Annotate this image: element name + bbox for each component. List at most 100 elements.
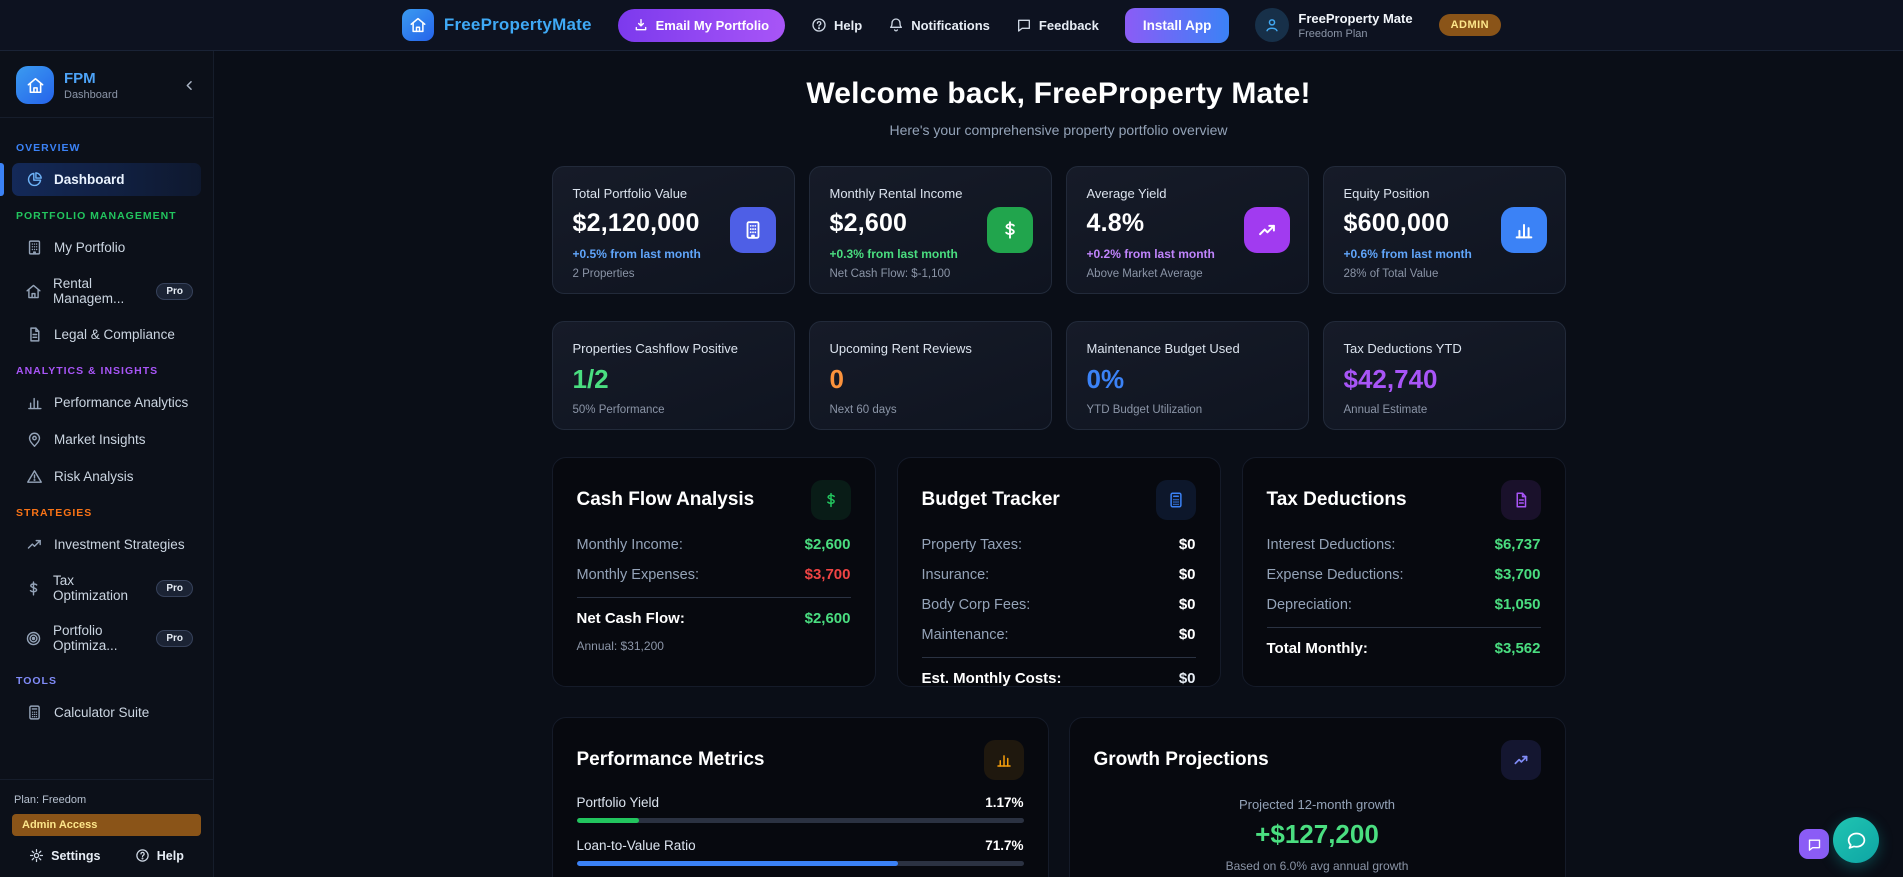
admin-badge: ADMIN <box>1438 14 1502 36</box>
sidebar-logo-title: FPM <box>64 69 96 87</box>
assistant-widget-button[interactable] <box>1799 829 1829 859</box>
sidebar-footer: Plan: Freedom Admin Access Settings Help <box>0 779 213 877</box>
main-content: Welcome back, FreeProperty Mate! Here's … <box>214 51 1903 877</box>
sidebar: FPM Dashboard OVERVIEW Dashboard PORTFOL… <box>0 51 214 877</box>
progress-track <box>576 818 1024 823</box>
user-name: FreeProperty Mate <box>1298 10 1413 26</box>
stat-card-maintenance-budget: Maintenance Budget Used 0% YTD Budget Ut… <box>1065 321 1309 430</box>
growth-subtitle: Based on 6.0% avg annual growth <box>1225 859 1409 873</box>
dollar-icon <box>25 580 42 597</box>
finance-row-item: Body Corp Fees: $0 <box>921 596 1196 613</box>
sidebar-item-performance-analytics[interactable]: Performance Analytics <box>12 386 201 419</box>
sidebar-item-rental-management[interactable]: Rental Managem... Pro <box>12 268 201 314</box>
sidebar-item-risk-analysis[interactable]: Risk Analysis <box>12 460 201 493</box>
settings-button[interactable]: Settings <box>29 848 100 863</box>
chat-square-icon <box>1016 17 1032 33</box>
file-icon <box>1500 480 1541 520</box>
metric-portfolio-yield: Portfolio Yield 1.17% <box>576 795 1024 823</box>
pro-badge: Pro <box>156 282 193 300</box>
sidebar-item-tax-optimization[interactable]: Tax Optimization Pro <box>12 565 201 611</box>
sidebar-item-legal-compliance[interactable]: Legal & Compliance <box>12 318 201 351</box>
install-app-button[interactable]: Install App <box>1124 7 1230 43</box>
dollar-icon <box>810 480 851 520</box>
user-menu[interactable]: FreeProperty Mate Freedom Plan <box>1255 8 1413 42</box>
collapse-sidebar-button[interactable] <box>180 76 199 95</box>
building-icon <box>25 239 43 256</box>
finance-total-row: Total Monthly: $3,562 <box>1266 640 1541 657</box>
finance-row-item: Maintenance: $0 <box>921 626 1196 643</box>
sidebar-item-calculator-suite[interactable]: Calculator Suite <box>12 696 201 729</box>
pro-badge: Pro <box>156 629 193 647</box>
chat-bubble-button[interactable] <box>1833 817 1879 863</box>
sidebar-item-investment-strategies[interactable]: Investment Strategies <box>12 528 201 561</box>
bar-chart-icon <box>1500 207 1547 253</box>
calculator-icon <box>25 704 43 721</box>
admin-access-banner[interactable]: Admin Access <box>12 814 201 836</box>
user-plan: Freedom Plan <box>1298 27 1368 40</box>
brand[interactable]: FreePropertyMate <box>401 9 592 41</box>
section-tools: TOOLS <box>16 675 57 687</box>
fpm-logo-home-icon <box>16 66 54 104</box>
page-title: Welcome back, FreeProperty Mate! <box>806 77 1311 110</box>
trend-up-icon <box>1500 740 1541 780</box>
help-button[interactable]: Help <box>811 17 862 33</box>
chat-square-icon <box>1807 837 1822 852</box>
bar-chart-icon <box>983 740 1024 780</box>
stat-card-cashflow-positive: Properties Cashflow Positive 1/2 50% Per… <box>551 321 795 430</box>
bottom-row: Performance Metrics Portfolio Yield 1.17… <box>551 717 1566 877</box>
email-portfolio-button[interactable]: Email My Portfolio <box>617 8 786 42</box>
progress-fill <box>576 861 899 866</box>
home-icon <box>25 283 42 300</box>
section-portfolio-management: PORTFOLIO MANAGEMENT <box>16 210 177 222</box>
section-analytics-insights: ANALYTICS & INSIGHTS <box>16 365 159 377</box>
sidebar-item-dashboard[interactable]: Dashboard <box>0 163 201 196</box>
feedback-button[interactable]: Feedback <box>1016 17 1099 33</box>
sidebar-header: FPM Dashboard <box>0 51 213 118</box>
metric-loan-to-value: Loan-to-Value Ratio 71.7% <box>576 838 1024 866</box>
stats-row-1: Total Portfolio Value $2,120,000 +0.5% f… <box>551 166 1566 294</box>
help-icon <box>135 848 150 863</box>
building-icon <box>729 207 776 253</box>
stat-card-average-yield: Average Yield 4.8% +0.2% from last month… <box>1065 166 1309 294</box>
bell-icon <box>888 17 904 33</box>
sidebar-item-market-insights[interactable]: Market Insights <box>12 423 201 456</box>
card-title: Growth Projections <box>1093 749 1269 770</box>
stat-card-monthly-rental-income: Monthly Rental Income $2,600 +0.3% from … <box>808 166 1052 294</box>
calculator-icon <box>1155 480 1196 520</box>
notifications-button[interactable]: Notifications <box>888 17 990 33</box>
finance-row-item: Monthly Expenses: $3,700 <box>576 566 851 583</box>
section-overview: OVERVIEW <box>16 142 81 154</box>
divider <box>921 657 1196 658</box>
help-icon <box>811 17 827 33</box>
finance-row: Cash Flow Analysis Monthly Income: $2,60… <box>551 457 1566 687</box>
finance-row-item: Monthly Income: $2,600 <box>576 536 851 553</box>
divider <box>1266 627 1541 628</box>
finance-total-row: Net Cash Flow: $2,600 <box>576 610 851 627</box>
gear-icon <box>29 848 44 863</box>
stat-card-total-portfolio-value: Total Portfolio Value $2,120,000 +0.5% f… <box>551 166 795 294</box>
document-icon <box>25 326 43 343</box>
help-footer-button[interactable]: Help <box>135 848 184 863</box>
card-title: Budget Tracker <box>921 489 1060 510</box>
finance-row-item: Property Taxes: $0 <box>921 536 1196 553</box>
card-title: Tax Deductions <box>1266 489 1407 510</box>
sidebar-item-portfolio-optimization[interactable]: Portfolio Optimiza... Pro <box>12 615 201 661</box>
trend-up-icon <box>25 536 43 553</box>
finance-row-item: Expense Deductions: $3,700 <box>1266 566 1541 583</box>
divider <box>576 597 851 598</box>
annual-footnote: Annual: $31,200 <box>576 639 664 653</box>
bar-chart-icon <box>25 394 43 411</box>
card-title: Cash Flow Analysis <box>576 489 755 510</box>
map-pin-icon <box>25 431 43 448</box>
finance-row-item: Insurance: $0 <box>921 566 1196 583</box>
plan-line: Plan: Freedom <box>14 794 87 806</box>
page-subtitle: Here's your comprehensive property portf… <box>889 122 1228 138</box>
sidebar-item-my-portfolio[interactable]: My Portfolio <box>12 231 201 264</box>
progress-fill <box>576 818 640 823</box>
performance-metrics-card: Performance Metrics Portfolio Yield 1.17… <box>551 717 1049 877</box>
growth-value: +$127,200 <box>1255 819 1379 849</box>
dollar-icon <box>986 207 1033 253</box>
stat-card-tax-deductions-ytd: Tax Deductions YTD $42,740 Annual Estima… <box>1322 321 1566 430</box>
target-icon <box>25 630 42 647</box>
cash-flow-analysis-card: Cash Flow Analysis Monthly Income: $2,60… <box>551 457 876 687</box>
